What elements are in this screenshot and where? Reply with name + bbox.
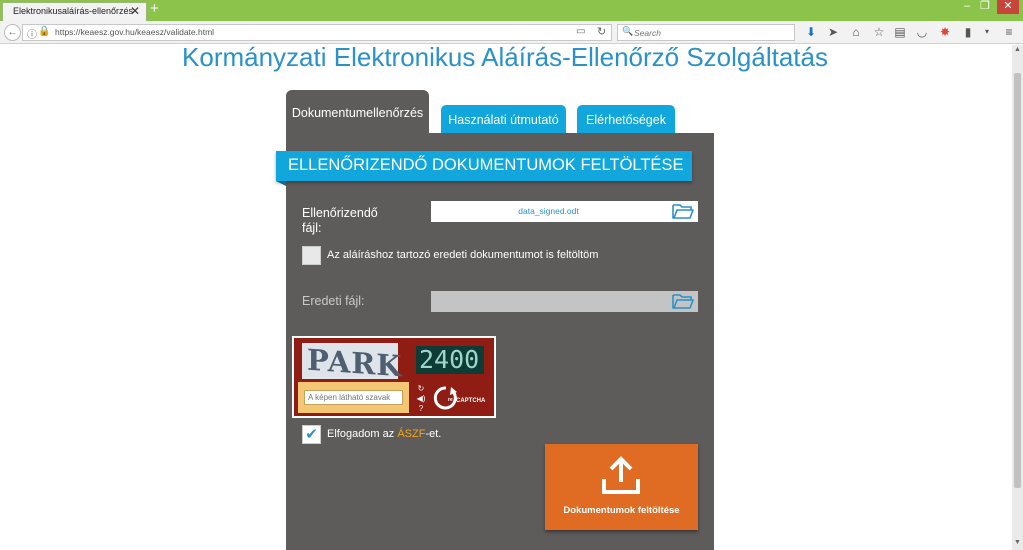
recaptcha-logo-text: CAPTCHA	[456, 398, 486, 404]
download-icon[interactable]: ⬇	[803, 24, 819, 40]
captcha-image-2: 2400	[416, 345, 484, 374]
restore-icon[interactable]: ❐	[976, 0, 994, 14]
extension-icon[interactable]: ✸	[937, 24, 953, 40]
captcha-audio-icon[interactable]: ◀)	[415, 394, 427, 404]
page-title: Kormányzati Elektronikus Aláírás-Ellenőr…	[182, 42, 828, 72]
tab-contacts[interactable]: Elérhetőségek	[577, 105, 675, 135]
tab-user-guide[interactable]: Használati útmutató	[441, 105, 566, 135]
captcha-image-1: PARK	[302, 343, 403, 383]
reload-icon[interactable]: ↻	[597, 25, 606, 38]
browser-tabbar: Elektronikusaláírás-ellenőrzés ✕ + – ❐ ✕	[0, 0, 1023, 21]
new-tab-icon[interactable]: +	[150, 1, 159, 17]
aszf-label[interactable]: Elfogadom az ÁSZF-et.	[327, 428, 441, 440]
folder-open-icon[interactable]	[672, 293, 694, 310]
url-text[interactable]: https://keaesz.gov.hu/keaesz/validate.ht…	[55, 27, 214, 37]
aszf-checkbox[interactable]: ✔	[302, 425, 321, 444]
bookmark-star-icon[interactable]: ☆	[871, 24, 887, 40]
aszf-prefix: Elfogadom az	[327, 428, 398, 440]
captcha-input[interactable]	[304, 390, 403, 405]
minimize-icon[interactable]: –	[958, 0, 976, 14]
scroll-down-icon[interactable]: ▼	[1012, 539, 1023, 546]
original-document-checkbox[interactable]	[302, 246, 321, 265]
aszf-suffix: -et.	[425, 428, 442, 440]
scrollbar[interactable]: ▲ ▼	[1012, 45, 1023, 550]
original-file-input[interactable]	[431, 291, 698, 312]
original-file-label: Eredeti fájl:	[302, 294, 365, 308]
library-icon[interactable]: ▤	[892, 24, 908, 40]
search-bar[interactable]: 🔍	[617, 24, 795, 41]
search-icon: 🔍	[622, 26, 634, 36]
scroll-thumb[interactable]	[1014, 73, 1021, 488]
file-input[interactable]: data_signed.odt	[431, 201, 698, 222]
captcha-word-2: 2400	[419, 345, 480, 374]
upload-icon	[602, 456, 640, 494]
back-icon[interactable]: ←	[4, 24, 21, 41]
section-header: ELLENŐRIZENDŐ DOKUMENTUMOK FELTÖLTÉSE	[276, 151, 692, 181]
lock-icon[interactable]: 🔒	[38, 26, 50, 37]
upload-button-label: Dokumentumok feltöltése	[563, 505, 680, 516]
tab-document-check[interactable]: Dokumentumellenőrzés	[286, 90, 429, 135]
window-close-icon[interactable]: ✕	[997, 0, 1019, 14]
reader-view-icon[interactable]: ▭	[576, 26, 585, 37]
upload-documents-button[interactable]: Dokumentumok feltöltése	[545, 444, 698, 530]
pocket-icon[interactable]: ◡	[914, 24, 930, 40]
browser-tab-title: Elektronikusaláírás-ellenőrzés	[13, 6, 134, 16]
file-label: Ellenőrizendő fájl:	[302, 206, 378, 235]
overflow-chevron-icon[interactable]: ▾	[979, 24, 995, 40]
home-icon[interactable]: ⌂	[848, 24, 864, 40]
folder-open-icon[interactable]	[672, 203, 694, 220]
header-fold	[276, 181, 286, 186]
file-name: data_signed.odt	[518, 206, 579, 216]
search-input[interactable]	[634, 26, 789, 39]
menu-icon[interactable]: ≡	[1001, 24, 1017, 40]
close-icon[interactable]: ✕	[130, 4, 140, 18]
trash-icon[interactable]: ▮	[960, 24, 976, 40]
url-bar[interactable]: ⓘ 🔒 https://keaesz.gov.hu/keaesz/validat…	[22, 24, 612, 41]
captcha-word-1: PARK	[307, 342, 403, 384]
recaptcha-logo: re CAPTCHA	[433, 386, 486, 410]
captcha-input-box	[298, 382, 409, 413]
svg-text:re: re	[448, 397, 453, 403]
original-document-checkbox-label[interactable]: Az aláíráshoz tartozó eredeti dokumentum…	[327, 249, 598, 261]
recaptcha-widget: PARK 2400 ↻ ◀) ? re CAPTCHA	[292, 336, 496, 418]
aszf-link[interactable]: ÁSZF	[397, 428, 425, 440]
browser-navbar: ← ⓘ 🔒 https://keaesz.gov.hu/keaesz/valid…	[0, 21, 1023, 44]
send-icon[interactable]: ➤	[825, 24, 841, 40]
browser-tab[interactable]: Elektronikusaláírás-ellenőrzés ✕	[2, 2, 147, 21]
captcha-refresh-icon[interactable]: ↻	[415, 384, 427, 394]
scroll-up-icon[interactable]: ▲	[1012, 46, 1023, 53]
captcha-help-icon[interactable]: ?	[415, 404, 427, 414]
info-icon[interactable]: ⓘ	[27, 26, 37, 41]
